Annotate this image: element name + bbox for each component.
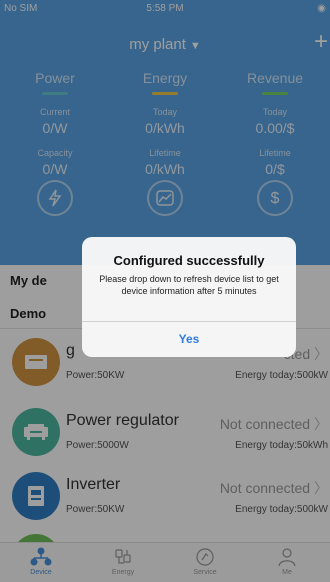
yes-button[interactable]: Yes: [82, 321, 296, 357]
dialog-message: Please drop down to refresh device list …: [99, 274, 279, 296]
dialog-title: Configured successfully: [113, 253, 265, 268]
success-dialog: Configured successfully Please drop down…: [82, 237, 296, 357]
